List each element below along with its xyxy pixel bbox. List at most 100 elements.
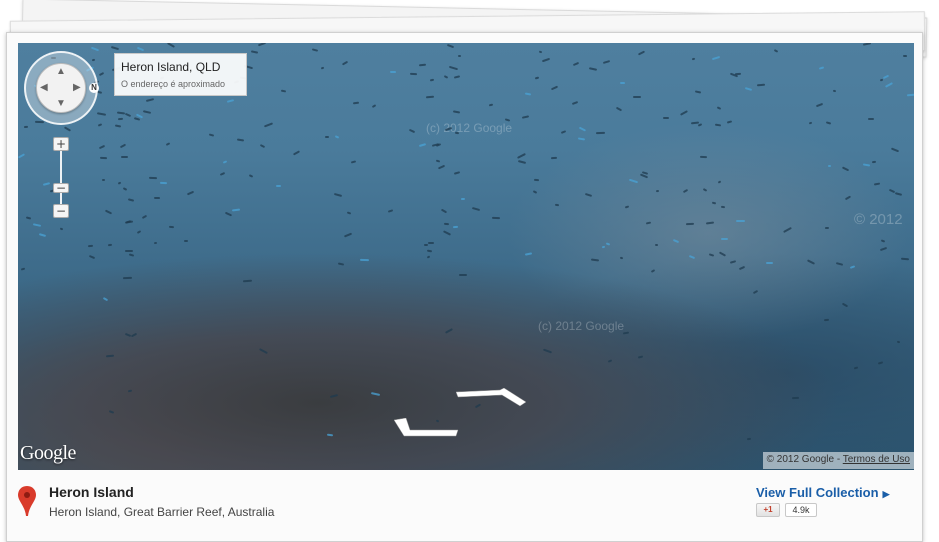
fish-texture: [868, 117, 874, 120]
pan-left-icon[interactable]: ◀: [40, 83, 48, 93]
fish-texture: [896, 341, 901, 344]
fish-texture: [663, 116, 669, 119]
fish-texture: [894, 191, 903, 196]
fish-texture: [372, 104, 377, 109]
fish-texture: [578, 137, 586, 141]
fish-texture: [534, 76, 540, 80]
fish-texture: [242, 279, 252, 283]
fish-texture: [154, 196, 161, 200]
fish-texture: [841, 166, 850, 172]
fish-texture: [98, 71, 104, 76]
fish-texture: [628, 178, 639, 184]
pan-up-icon[interactable]: ▲: [56, 67, 66, 77]
fish-texture: [441, 208, 448, 214]
fish-texture: [783, 226, 793, 233]
fish-texture: [602, 59, 611, 64]
zoom-out-button[interactable]: −: [53, 204, 69, 218]
fish-texture: [819, 66, 825, 70]
fish-texture: [124, 113, 132, 118]
fish-texture: [107, 243, 113, 247]
fish-texture: [424, 243, 428, 246]
fish-texture: [129, 253, 135, 257]
view-full-collection-link[interactable]: View Full Collection ▶: [756, 485, 889, 500]
fish-texture: [426, 95, 435, 99]
fish-texture: [445, 328, 453, 335]
fish-texture: [620, 81, 626, 84]
move-backward-arrow-icon[interactable]: [394, 418, 460, 438]
panorama-watermark: (c) 2012 Google: [426, 121, 513, 135]
fish-texture: [744, 86, 752, 91]
fish-texture: [120, 155, 128, 158]
fish-texture: [24, 125, 28, 128]
move-forward-arrow-icon[interactable]: [456, 388, 528, 408]
fish-texture: [542, 348, 552, 353]
fish-texture: [708, 253, 715, 258]
fish-texture: [329, 394, 338, 399]
fish-texture: [96, 112, 106, 116]
fish-texture: [259, 144, 265, 149]
fish-texture: [596, 132, 606, 135]
fish-texture: [209, 132, 215, 137]
fish-texture: [458, 274, 467, 277]
fish-texture: [105, 209, 113, 215]
fish-texture: [452, 109, 461, 114]
compass-north-icon[interactable]: N: [89, 83, 99, 93]
fish-texture: [409, 72, 417, 76]
fish-texture: [571, 100, 579, 105]
fish-texture: [551, 86, 559, 91]
fish-texture: [706, 221, 715, 225]
pan-down-icon[interactable]: ▼: [56, 99, 66, 109]
fish-texture: [747, 437, 752, 441]
fish-texture: [718, 251, 726, 257]
fish-texture: [435, 143, 441, 148]
fish-texture: [128, 198, 135, 202]
fish-texture: [18, 153, 25, 159]
fish-texture: [184, 239, 189, 242]
fish-texture: [682, 189, 689, 194]
fish-texture: [694, 90, 702, 94]
fish-texture: [554, 203, 559, 206]
fish-texture: [444, 222, 450, 225]
fish-texture: [25, 216, 31, 220]
fish-texture: [853, 366, 858, 370]
fish-texture: [370, 391, 380, 396]
fish-texture: [765, 262, 773, 265]
fish-texture: [231, 208, 240, 212]
panorama-watermark: (c) 2012 Google: [538, 319, 625, 333]
fish-texture: [902, 55, 907, 58]
fish-texture: [825, 121, 832, 125]
fish-texture: [91, 58, 96, 62]
fish-texture: [90, 46, 99, 52]
pan-control[interactable]: ▲ ▼ ◀ ▶: [36, 63, 86, 113]
view-full-collection-label[interactable]: View Full Collection: [756, 485, 879, 500]
zoom-slider-handle[interactable]: −: [53, 182, 69, 194]
fish-texture: [388, 209, 394, 213]
fish-texture: [845, 195, 851, 200]
fish-texture: [97, 123, 102, 127]
zoom-in-button[interactable]: +: [53, 137, 69, 151]
terms-of-use-link[interactable]: Termos de Uso: [843, 454, 910, 465]
fish-texture: [21, 267, 26, 271]
fish-texture: [714, 124, 721, 127]
fish-texture: [32, 223, 41, 227]
fish-texture: [492, 217, 500, 220]
fish-texture: [99, 144, 106, 150]
fish-texture: [110, 45, 119, 50]
pan-right-icon[interactable]: ▶: [73, 83, 81, 93]
zoom-slider-track[interactable]: [60, 150, 62, 210]
fish-texture: [326, 433, 333, 437]
fish-texture: [680, 110, 689, 116]
google-plus-one-button[interactable]: +1: [756, 503, 780, 517]
fish-texture: [516, 153, 526, 159]
fish-texture: [159, 181, 167, 185]
address-title: Heron Island, QLD: [121, 60, 221, 74]
fish-texture: [877, 361, 883, 366]
fish-texture: [320, 66, 325, 70]
fish-texture: [131, 333, 138, 338]
fish-texture: [756, 83, 766, 87]
fish-texture: [579, 126, 586, 132]
fish-texture: [136, 46, 145, 52]
fish-texture: [615, 106, 622, 111]
place-title: Heron Island: [49, 484, 134, 500]
fish-texture: [122, 276, 132, 279]
